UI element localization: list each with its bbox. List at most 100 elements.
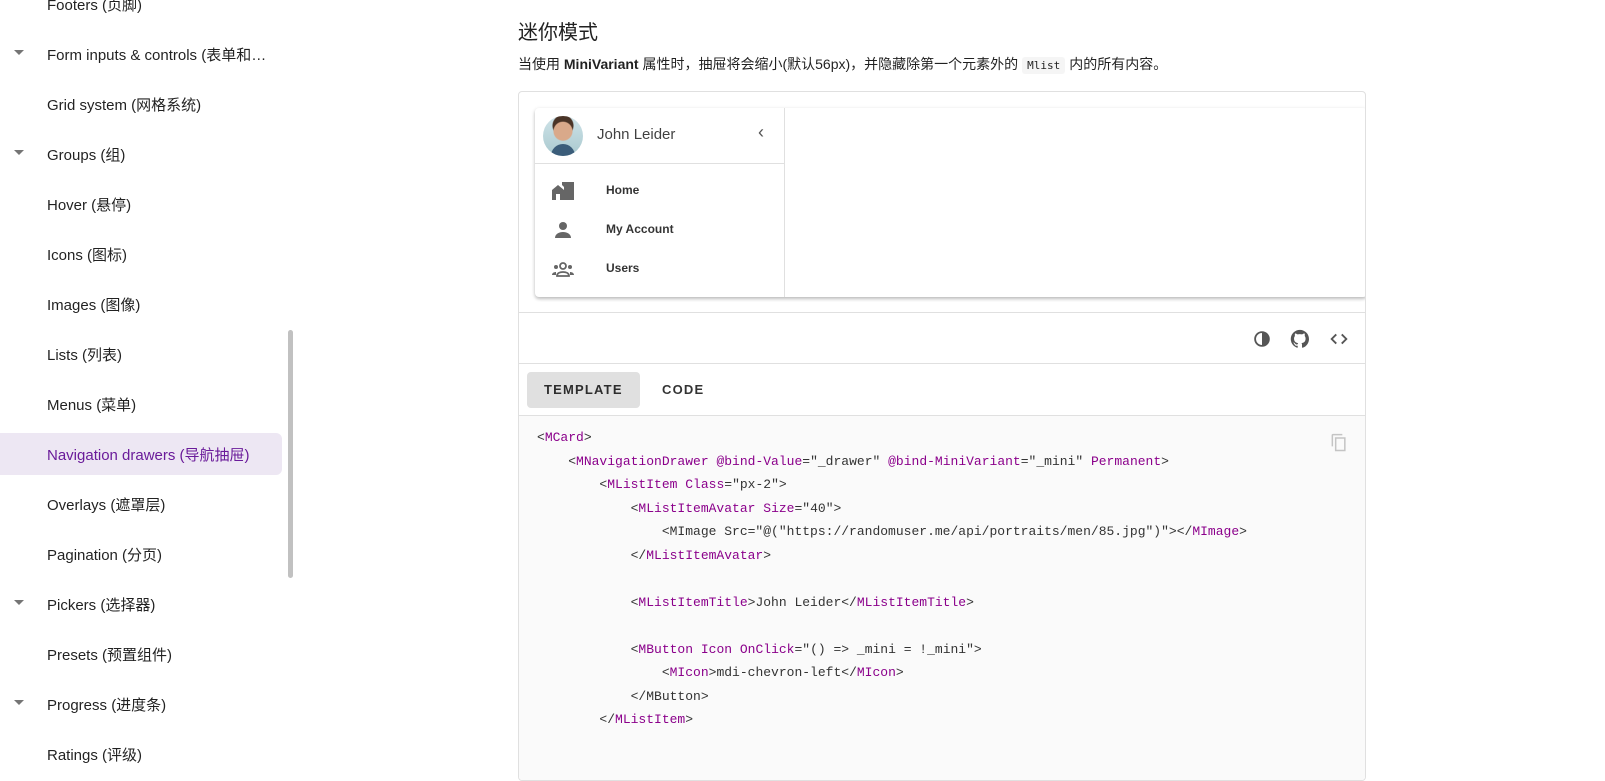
sidebar-item[interactable]: Icons (图标) [0, 233, 282, 275]
nav-item-label: My Account [606, 222, 674, 236]
code-token: > [583, 430, 592, 445]
home-city-icon [552, 182, 574, 200]
code-token: > [763, 547, 772, 563]
nav-item-home[interactable]: Home [535, 171, 785, 210]
code-line: </MListItem> [537, 712, 693, 727]
code-line: <MIcon>mdi-chevron-left</MIcon> [537, 665, 904, 680]
code-tags-icon[interactable] [1328, 328, 1350, 350]
code-token: >mdi-chevron-left</ [708, 665, 857, 680]
sidebar-item[interactable]: Form inputs & controls (表单和… [0, 33, 282, 75]
sidebar-item-label: Lists (列表) [47, 346, 123, 364]
caret-down-icon[interactable] [14, 600, 24, 605]
sidebar-item[interactable]: Navigation drawers (导航抽屉) [0, 433, 282, 475]
sidebar-item[interactable]: Menus (菜单) [0, 383, 282, 425]
code-token: @bind-Value [716, 453, 803, 469]
code-token: OnClick [739, 641, 795, 657]
code-token: ="px-2"> [724, 477, 787, 492]
code-token: ="() => _mini = !_mini"> [794, 641, 982, 657]
sidebar-item-label: Navigation drawers (导航抽屉) [47, 446, 250, 464]
sidebar-item-label: Overlays (遮罩层) [47, 496, 166, 514]
code-token: > [895, 665, 904, 680]
code-token: > [1161, 453, 1169, 469]
divider [535, 163, 785, 164]
code-token: ="40"> [794, 500, 842, 516]
sidebar-item[interactable]: Hover (悬停) [0, 183, 282, 225]
code-token: < [537, 500, 639, 516]
copy-icon[interactable] [1329, 432, 1349, 454]
user-avatar [543, 116, 583, 156]
code-block: <MCard> <MNavigationDrawer @bind-Value="… [519, 416, 1365, 780]
code-token: MCard [544, 430, 584, 445]
desc-text: 属性时，抽屉将会缩小(默认56px)，并隐藏除第一个元素外的 [638, 56, 1019, 72]
section-title: 迷你模式 [518, 22, 598, 44]
code-token: MListItem [607, 477, 678, 492]
tab-template[interactable]: TEMPLATE [527, 372, 640, 408]
desc-text: 内的所有内容。 [1069, 56, 1168, 72]
code-token: ="_drawer" [802, 453, 889, 469]
navigation-drawer: John Leider ‹ Home My Account Users [535, 108, 785, 297]
code-token: </MButton> [537, 688, 709, 704]
code-token: MListItemTitle [856, 594, 967, 610]
tab-code[interactable]: CODE [645, 372, 721, 408]
code-token: < [537, 594, 639, 610]
sidebar-item[interactable]: Presets (预置组件) [0, 633, 282, 675]
nav-item-users[interactable]: Users [535, 249, 785, 288]
code-line: <MListItemAvatar Size="40"> [537, 500, 842, 516]
sidebar-scrollbar[interactable] [288, 330, 293, 578]
sidebar-item-label: Form inputs & controls (表单和… [47, 46, 267, 64]
sidebar-item-label: Pickers (选择器) [47, 596, 156, 614]
code-line: <MButton Icon OnClick="() => _mini = !_m… [537, 642, 982, 657]
code-token: MListItemTitle [638, 594, 748, 610]
sidebar-item-label: Progress (进度条) [47, 696, 167, 714]
code-token: MIcon [669, 665, 709, 680]
sidebar-item[interactable]: Images (图像) [0, 283, 282, 325]
code-token: > [1239, 524, 1247, 539]
nav-item-label: Home [606, 183, 640, 197]
nav-item-my-account[interactable]: My Account [535, 210, 785, 249]
sidebar-item[interactable]: Overlays (遮罩层) [0, 483, 282, 525]
sidebar-item[interactable]: Progress (进度条) [0, 683, 282, 725]
example-card: John Leider ‹ Home My Account Users TEMP… [518, 91, 1366, 781]
sidebar-item[interactable]: Footers (页脚) [0, 0, 282, 25]
code-token: </ [537, 712, 616, 727]
sidebar-item-label: Grid system (网格系统) [47, 96, 202, 114]
caret-down-icon[interactable] [14, 150, 24, 155]
caret-down-icon[interactable] [14, 50, 24, 55]
sidebar-item[interactable]: Ratings (评级) [0, 733, 282, 775]
chevron-left-icon[interactable]: ‹ [751, 122, 771, 146]
sidebar-item-label: Menus (菜单) [47, 396, 137, 414]
desc-code: Mlist [1022, 57, 1066, 74]
account-icon [555, 222, 571, 238]
desc-text: 当使用 [518, 56, 564, 72]
github-icon[interactable] [1289, 328, 1311, 350]
code-token: < [537, 477, 608, 492]
code-token: < [537, 641, 639, 657]
sidebar-item-label: Footers (页脚) [47, 0, 143, 14]
sidebar-item[interactable]: Pagination (分页) [0, 533, 282, 575]
sidebar-item[interactable]: Pickers (选择器) [0, 583, 282, 625]
demo-area: John Leider ‹ Home My Account Users [535, 108, 1365, 297]
code-line: <MImage Src="@("https://randomuser.me/ap… [537, 524, 1247, 539]
sidebar-item-label: Ratings (评级) [47, 746, 143, 764]
example-toolbar [519, 312, 1365, 364]
code-token: MImage [1192, 524, 1240, 539]
code-token: Permanent [1090, 453, 1162, 469]
account-group-icon [552, 262, 574, 277]
sidebar-item[interactable]: Grid system (网格系统) [0, 83, 282, 125]
code-token: < [537, 665, 670, 680]
code-token: MListItemAvatar [638, 500, 756, 516]
section-description: 当使用 MiniVariant 属性时，抽屉将会缩小(默认56px)，并隐藏除第… [518, 54, 1167, 74]
invert-colors-icon[interactable] [1251, 328, 1273, 350]
demo-card: John Leider ‹ Home My Account Users [535, 108, 1365, 297]
code-token: Size [763, 500, 795, 516]
sidebar-item[interactable]: Lists (列表) [0, 333, 282, 375]
code-token: MListItemAvatar [646, 547, 764, 563]
code-token: >John Leider</ [747, 594, 857, 610]
caret-down-icon[interactable] [14, 700, 24, 705]
code-token: MListItem [615, 712, 686, 727]
desc-bold: MiniVariant [563, 56, 639, 72]
sidebar-item[interactable]: Groups (组) [0, 133, 282, 175]
example-tabs: TEMPLATE CODE [519, 364, 1365, 416]
